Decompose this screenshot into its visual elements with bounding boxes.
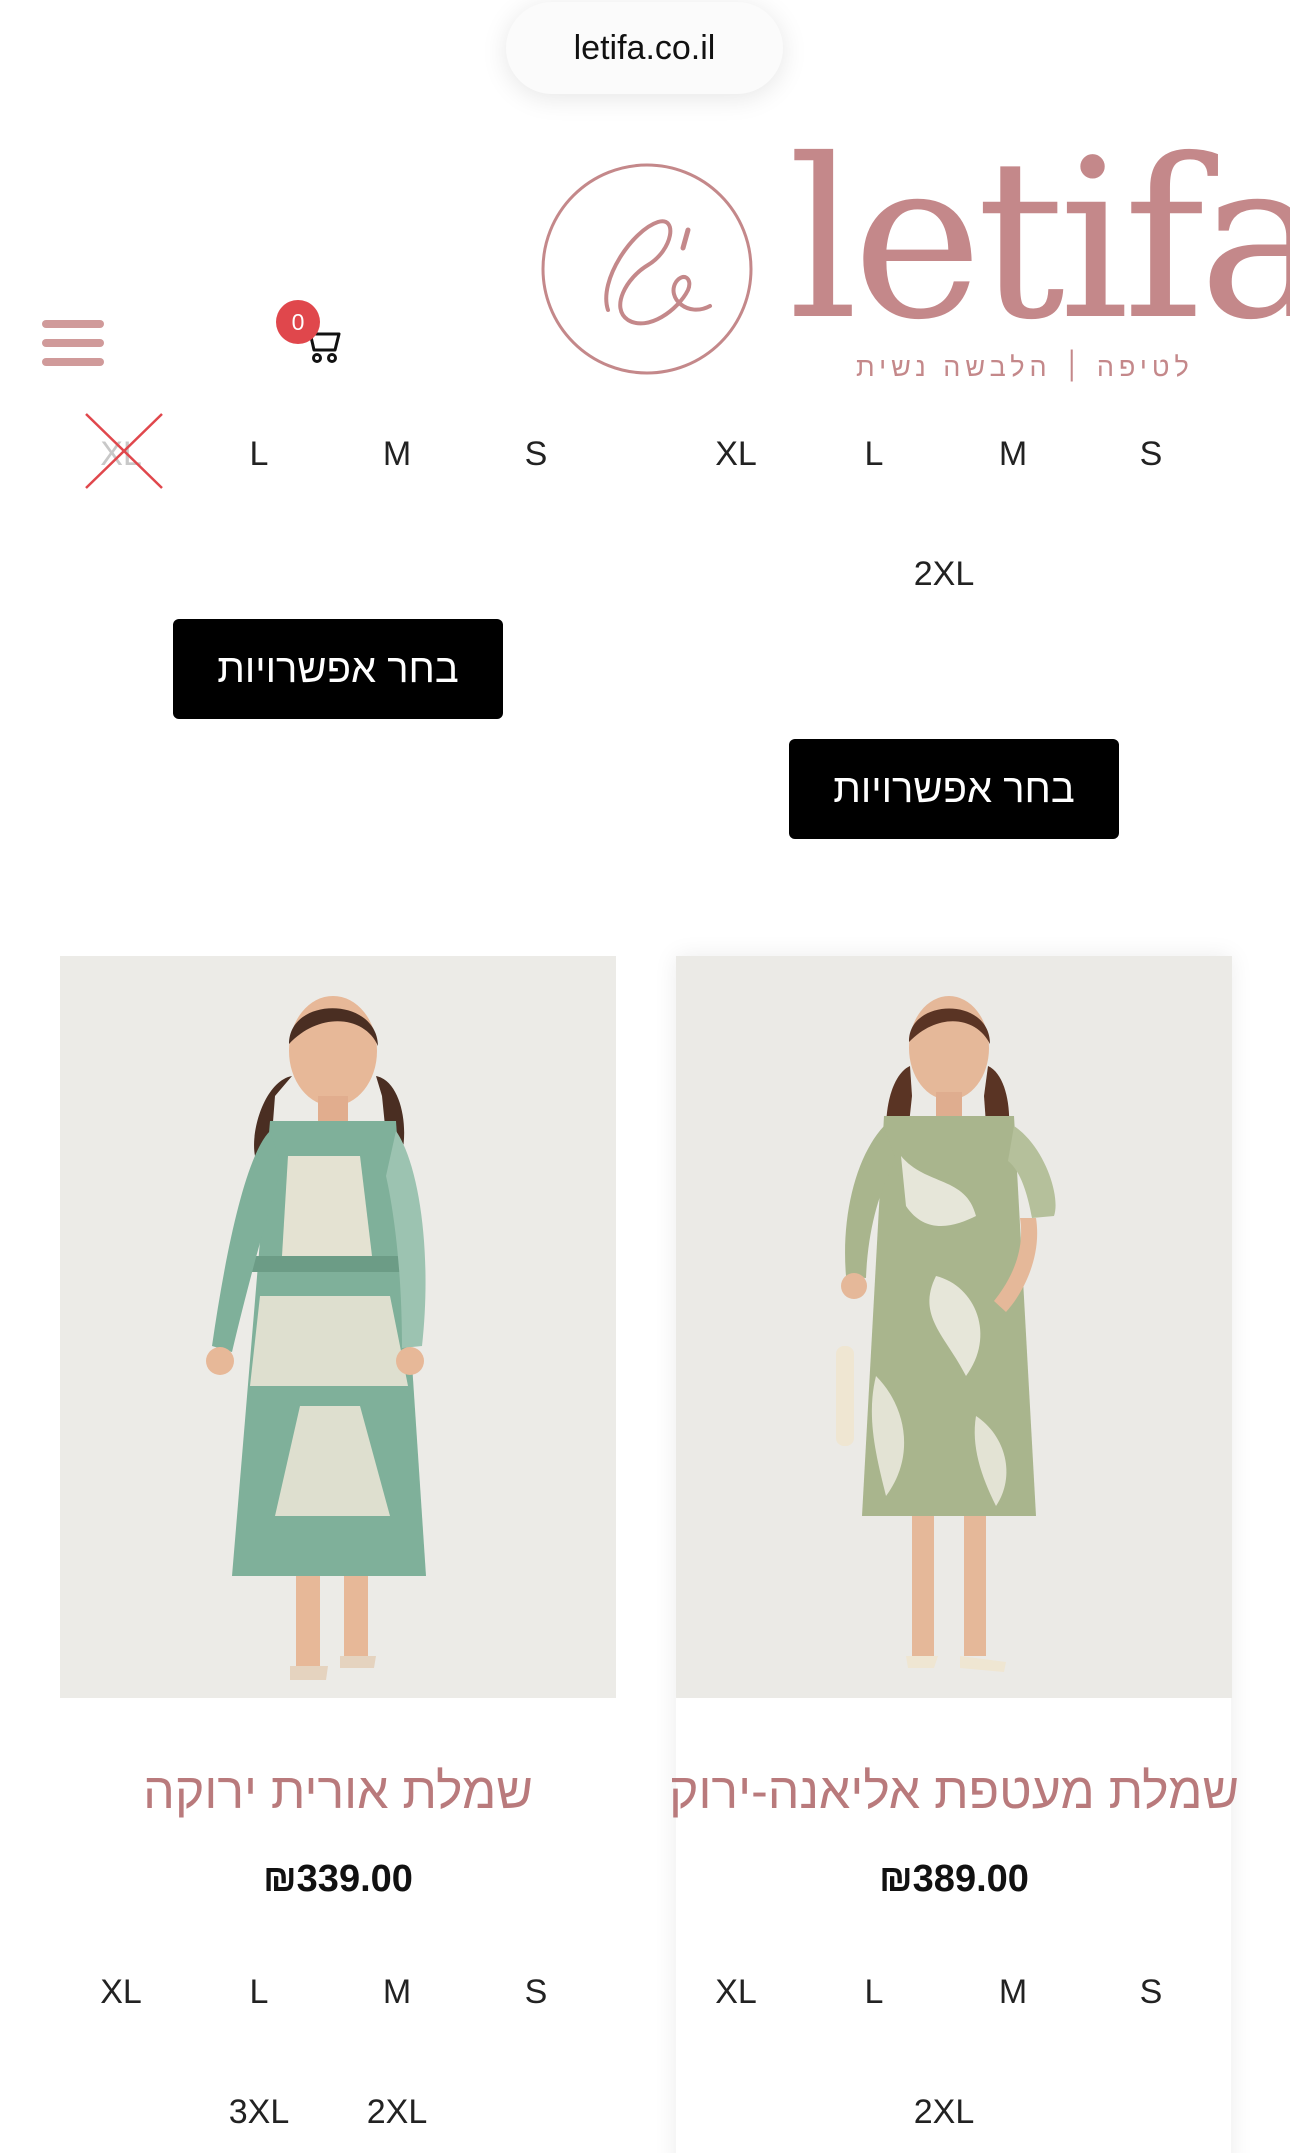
cart-button[interactable]: 0 xyxy=(272,300,348,372)
size-option[interactable]: L xyxy=(219,437,299,471)
size-option[interactable]: S xyxy=(1111,437,1191,471)
product-price: ₪389.00 xyxy=(879,1858,1029,1900)
product-price: ₪339.00 xyxy=(263,1858,413,1900)
size-option[interactable]: 2XL xyxy=(904,2095,984,2129)
product-title[interactable]: שמלת אורית ירוקה xyxy=(38,1762,638,1820)
cart-count-badge: 0 xyxy=(276,300,320,344)
product-image[interactable] xyxy=(676,956,1232,1698)
product-image[interactable] xyxy=(60,956,616,1698)
size-option[interactable]: S xyxy=(496,437,576,471)
size-option[interactable]: 2XL xyxy=(904,557,984,591)
site-logo[interactable]: letifa לטיפה ׀ הלבשה נשית xyxy=(538,130,1290,400)
size-option[interactable]: M xyxy=(357,437,437,471)
logo-tagline: לטיפה ׀ הלבשה נשית xyxy=(856,352,1194,382)
size-option[interactable]: S xyxy=(496,1975,576,2009)
size-option[interactable]: XL xyxy=(81,1975,161,2009)
logo-wordmark: letifa xyxy=(788,112,1290,368)
size-option[interactable]: 2XL xyxy=(357,2095,437,2129)
hamburger-menu-icon[interactable] xyxy=(42,320,104,366)
select-options-button[interactable]: בחר אפשרויות xyxy=(789,739,1119,839)
size-option[interactable]: S xyxy=(1111,1975,1191,2009)
logo-monogram-icon xyxy=(541,163,753,375)
size-option[interactable]: L xyxy=(834,1975,914,2009)
size-option[interactable]: XL xyxy=(696,437,776,471)
size-option[interactable]: M xyxy=(357,1975,437,2009)
size-option[interactable]: M xyxy=(973,437,1053,471)
size-option[interactable]: L xyxy=(834,437,914,471)
size-option[interactable]: L xyxy=(219,1975,299,2009)
woman-in-green-ikat-shirt-dress-illustration xyxy=(60,956,616,1698)
url-bar[interactable]: letifa.co.il xyxy=(506,2,783,94)
select-options-button[interactable]: בחר אפשרויות xyxy=(173,619,503,719)
woman-in-sage-floral-wrap-dress-illustration xyxy=(676,956,1232,1698)
size-option-xl-unavailable: XL xyxy=(100,435,142,473)
size-option[interactable]: XL xyxy=(696,1975,776,2009)
size-option[interactable]: M xyxy=(973,1975,1053,2009)
size-option[interactable]: 3XL xyxy=(219,2095,299,2129)
product-title[interactable]: שמלת מעטפת אליאנה-ירוק xyxy=(654,1762,1254,1820)
